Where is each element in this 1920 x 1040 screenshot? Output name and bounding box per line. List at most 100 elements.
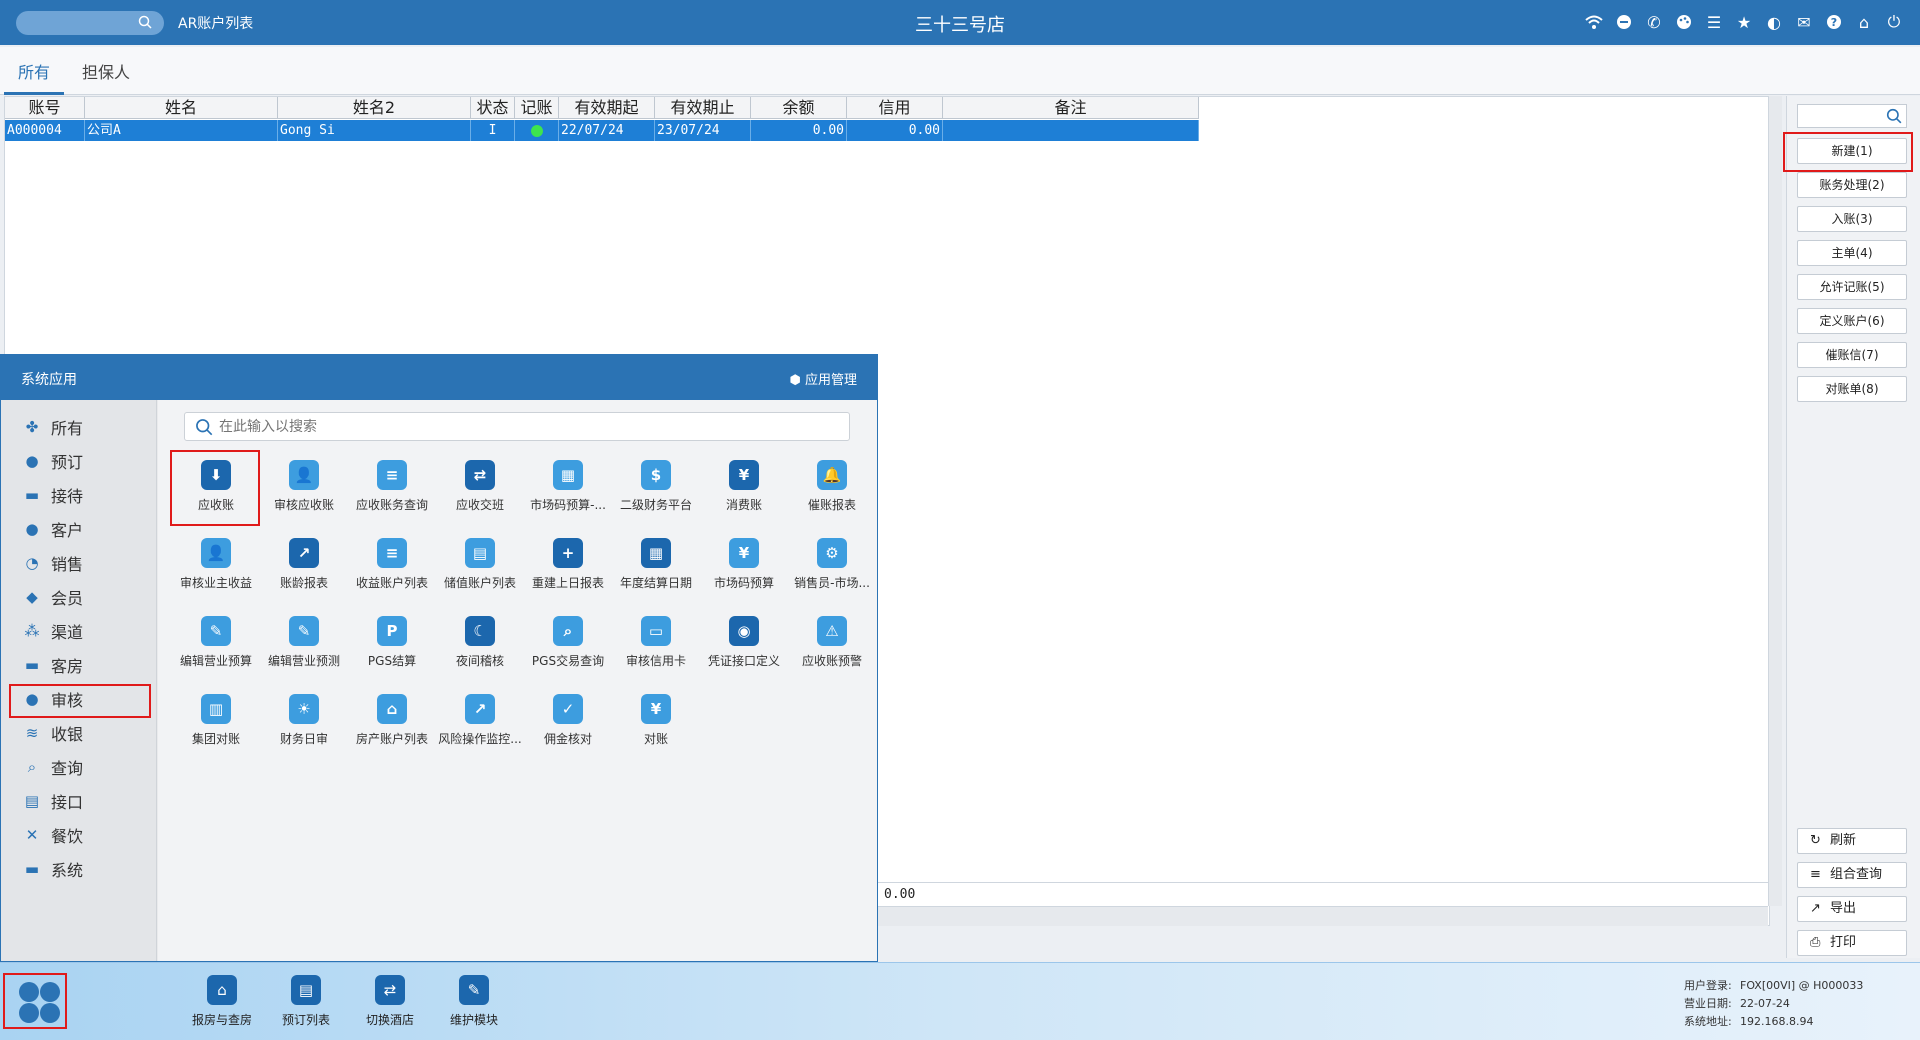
dunning-letter-button[interactable]: 催账信(7) [1797,342,1907,368]
vertical-scrollbar[interactable] [1768,96,1782,906]
app-tile[interactable]: ¥ 消费账 [700,460,788,526]
column-header-name[interactable]: 姓名 [85,97,278,118]
print-button[interactable]: ⎙ 打印 [1797,930,1907,956]
category-item-channel[interactable]: ⁂ 渠道 [11,616,151,646]
post-entry-button[interactable]: 入账(3) [1797,206,1907,232]
category-item-all[interactable]: ✤ 所有 [11,412,151,442]
taskbar-app[interactable]: ▤ 预订列表 [266,975,346,1028]
statement-button[interactable]: 对账单(8) [1797,376,1907,402]
menu-icon[interactable]: ☰ [1704,12,1724,32]
global-search-input[interactable] [16,11,164,35]
right-action-panel: 新建(1) 账务处理(2) 入账(3) 主单(4) 允许记账(5) 定义账户(6… [1786,96,1920,958]
app-tile-icon: ▭ [641,616,671,646]
category-item-reservation[interactable]: ● 预订 [11,446,151,476]
app-tile[interactable]: ¥ 对账 [612,694,700,760]
app-tile[interactable]: ⌕ PGS交易查询 [524,616,612,682]
user-icon: ● [25,520,39,538]
mail-icon[interactable]: ✉ [1794,12,1814,32]
category-item-reception[interactable]: ▬ 接待 [11,480,151,510]
channel-icon: ⁂ [24,622,40,640]
define-account-button[interactable]: 定义账户(6) [1797,308,1907,334]
taskbar-app[interactable]: ⌂ 报房与查房 [182,975,262,1028]
app-tile[interactable]: ☀ 财务日审 [260,694,348,760]
taskbar-app[interactable]: ✎ 维护模块 [434,975,514,1028]
app-tile[interactable]: ✎ 编辑营业预算 [172,616,260,682]
phone-icon[interactable]: ✆ [1644,12,1664,32]
column-header-valid-to[interactable]: 有效期止 [655,97,751,118]
app-tile[interactable]: ▭ 审核信用卡 [612,616,700,682]
refresh-button[interactable]: ↻ 刷新 [1797,828,1907,854]
app-tile[interactable]: ◉ 凭证接口定义 [700,616,788,682]
column-header-posting[interactable]: 记账 [515,97,559,118]
quick-search-input[interactable] [1797,104,1907,128]
column-header-status[interactable]: 状态 [471,97,515,118]
app-tile[interactable]: ↗ 账龄报表 [260,538,348,604]
category-item-system[interactable]: ▬ 系统 [11,854,151,884]
combined-query-button[interactable]: ≡ 组合查询 [1797,862,1907,888]
category-item-sales[interactable]: ◔ 销售 [11,548,151,578]
app-tile[interactable]: ¥ 市场码预算 [700,538,788,604]
column-header-remark[interactable]: 备注 [943,97,1199,118]
account-processing-button[interactable]: 账务处理(2) [1797,172,1907,198]
power-icon[interactable]: ⏻ [1884,12,1904,32]
category-item-member[interactable]: ◆ 会员 [11,582,151,612]
taskbar-app[interactable]: ⇄ 切换酒店 [350,975,430,1028]
column-header-credit[interactable]: 信用 [847,97,943,118]
app-tile[interactable]: 👤 审核业主收益 [172,538,260,604]
app-tile[interactable]: ↗ 风险操作监控... [436,694,524,760]
category-item-housekeeping[interactable]: ▬ 客房 [11,650,151,680]
master-folio-button[interactable]: 主单(4) [1797,240,1907,266]
app-tile[interactable]: ▤ 储值账户列表 [436,538,524,604]
table-row[interactable]: A000004 公司A Gong Si I 22/07/24 23/07/24 … [5,120,1199,141]
app-tile[interactable]: 🔔 催账报表 [788,460,876,526]
column-header-valid-from[interactable]: 有效期起 [559,97,655,118]
app-tile[interactable]: ▥ 集团对账 [172,694,260,760]
app-tile[interactable]: ▦ 年度结算日期 [612,538,700,604]
tab-all[interactable]: 所有 [18,59,50,83]
app-tile[interactable]: ⬇ 应收账 [172,460,260,526]
star-icon[interactable]: ★ [1734,12,1754,32]
category-item-query[interactable]: ⌕ 查询 [11,752,151,782]
app-tile[interactable]: ⇄ 应收交班 [436,460,524,526]
palette-icon[interactable] [1674,12,1694,32]
app-search-field[interactable] [184,412,850,441]
cell-credit: 0.00 [847,120,943,141]
app-tile[interactable]: ☾ 夜间稽核 [436,616,524,682]
theme-icon[interactable]: ◐ [1764,12,1784,32]
category-item-interface[interactable]: ▤ 接口 [11,786,151,816]
tab-guarantor[interactable]: 担保人 [82,59,130,83]
export-button[interactable]: ↗ 导出 [1797,896,1907,922]
category-item-cashier[interactable]: ≋ 收银 [11,718,151,748]
app-tile[interactable]: ≡ 应收账务查询 [348,460,436,526]
app-tile[interactable]: ⚠ 应收账预警 [788,616,876,682]
app-tile[interactable]: P PGS结算 [348,616,436,682]
help-icon[interactable]: ? [1824,12,1844,32]
app-search-input[interactable] [219,417,819,437]
app-tile[interactable]: ▦ 市场码预算-... [524,460,612,526]
column-header-balance[interactable]: 余额 [751,97,847,118]
app-tile-label: 市场码预算 [713,576,774,590]
horizontal-scrollbar[interactable] [878,906,1768,926]
app-tile[interactable]: + 重建上日报表 [524,538,612,604]
app-tile[interactable]: ✓ 佣金核对 [524,694,612,760]
new-button[interactable]: 新建(1) [1797,138,1907,164]
column-header-name2[interactable]: 姓名2 [278,97,471,118]
allow-posting-button[interactable]: 允许记账(5) [1797,274,1907,300]
category-item-dining[interactable]: ✕ 餐饮 [11,820,151,850]
cell-posting [515,120,559,141]
app-tile[interactable]: ✎ 编辑营业预测 [260,616,348,682]
app-tile[interactable]: ⌂ 房产账户列表 [348,694,436,760]
category-item-audit[interactable]: ● 审核 [11,684,151,714]
app-launcher-button[interactable] [14,977,64,1027]
app-tile[interactable]: ⚙ 销售员-市场... [788,538,876,604]
app-tile[interactable]: 👤 审核应收账 [260,460,348,526]
maintenance-icon: ✎ [459,975,489,1005]
app-tile[interactable]: ≡ 收益账户列表 [348,538,436,604]
category-item-customer[interactable]: ● 客户 [11,514,151,544]
wifi-icon[interactable] [1584,12,1604,32]
chat-icon[interactable] [1614,12,1634,32]
app-manage-button[interactable]: ⬢ 应用管理 [789,369,857,388]
home-icon[interactable]: ⌂ [1854,12,1874,32]
column-header-account[interactable]: 账号 [5,97,85,118]
app-tile[interactable]: $ 二级财务平台 [612,460,700,526]
